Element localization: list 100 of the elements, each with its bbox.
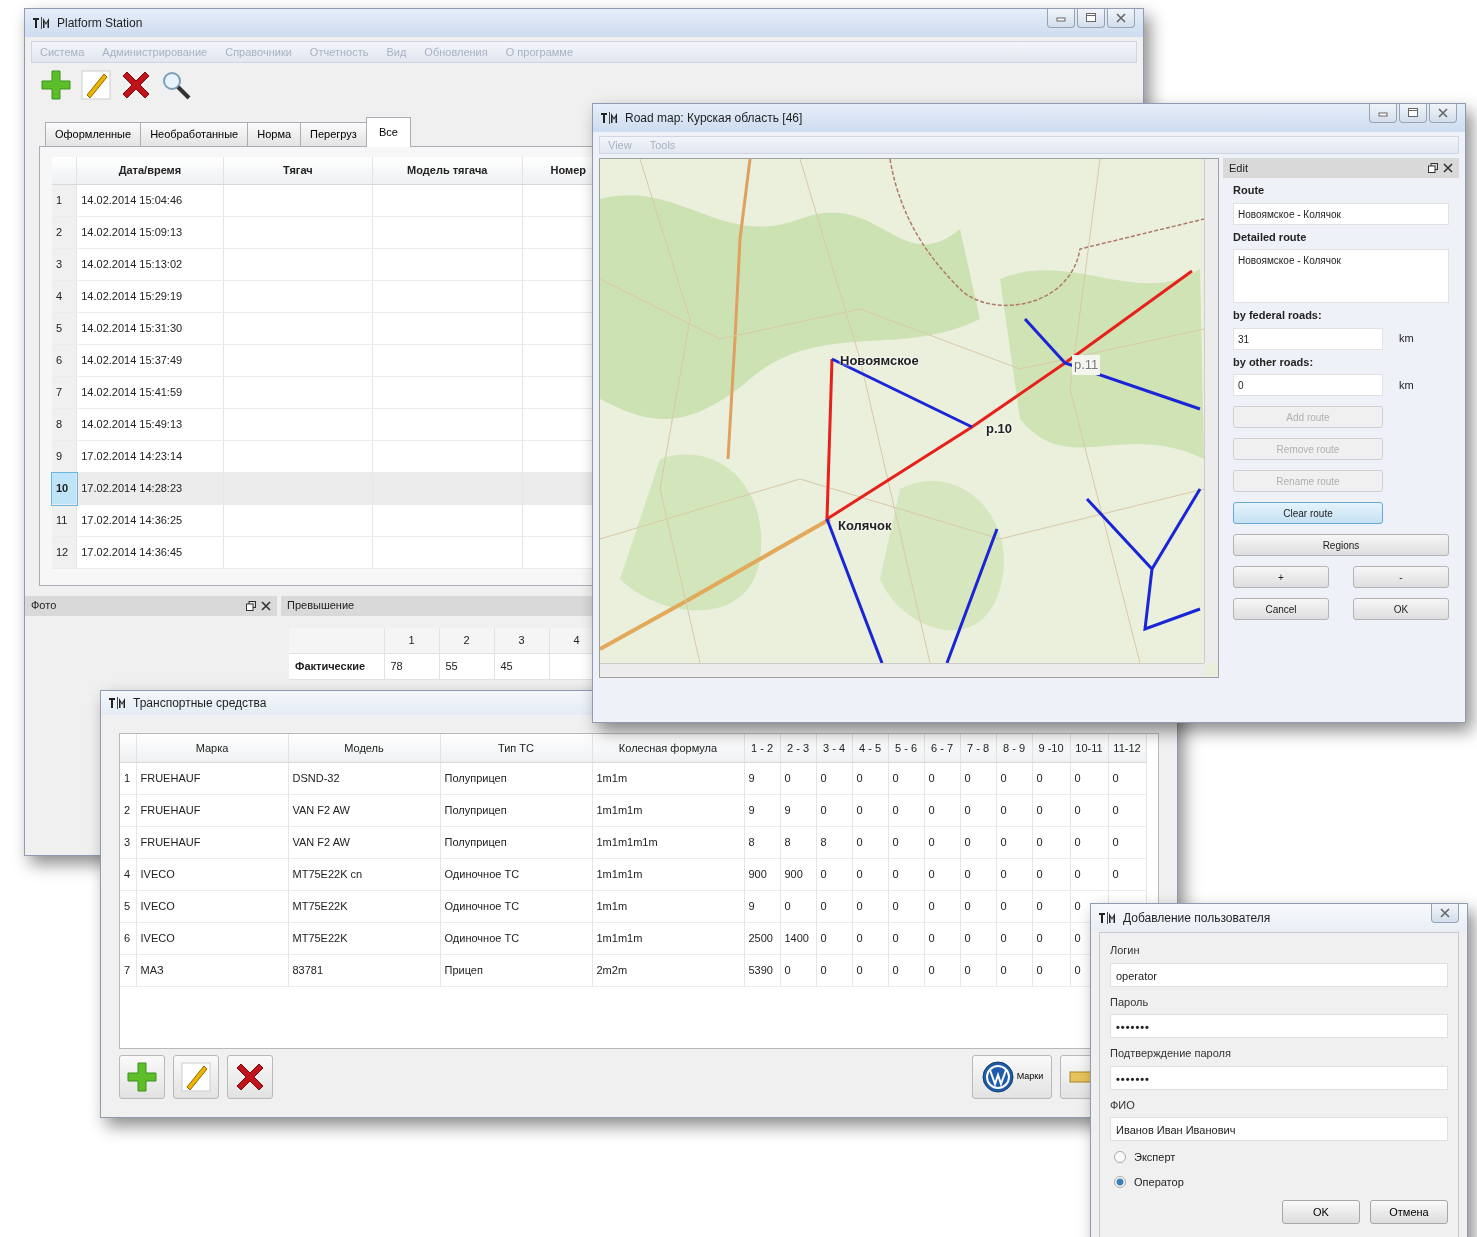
pencil-icon <box>79 68 113 102</box>
column-header[interactable]: Дата/время <box>118 164 182 176</box>
float-button[interactable] <box>1428 163 1438 173</box>
field-label: Detailed route <box>1233 229 1308 245</box>
column-header[interactable]: Тип ТС <box>440 734 592 762</box>
column-header[interactable]: 6 - 7 <box>924 734 960 762</box>
row-number[interactable]: 2 <box>52 216 77 249</box>
tab[interactable]: Норма <box>247 122 302 146</box>
tab[interactable]: Все <box>365 117 411 147</box>
column-header: 2 <box>439 627 494 654</box>
column-header[interactable]: 10-11 <box>1070 734 1108 762</box>
row-number[interactable]: 4 <box>120 858 136 890</box>
row-number[interactable]: 4 <box>52 280 77 313</box>
close-button[interactable] <box>1429 104 1457 123</box>
row-number[interactable]: 8 <box>52 408 77 441</box>
app-logo-icon <box>109 697 127 709</box>
table-cell: 0 <box>1032 890 1070 922</box>
close-button[interactable] <box>1431 904 1459 923</box>
text-area[interactable]: Новоямское - Колячок <box>1233 249 1449 303</box>
tab[interactable]: Необработанные <box>140 122 249 146</box>
table-cell: IVECO <box>136 890 288 922</box>
input-field[interactable]: operator <box>1110 962 1448 987</box>
password-field[interactable]: ••••••• <box>1110 1065 1448 1090</box>
row-number[interactable]: 5 <box>120 890 136 922</box>
zoom-button[interactable]: - <box>1353 566 1449 588</box>
column-header[interactable]: 11-12 <box>1108 734 1146 762</box>
row-number[interactable]: 10 <box>52 472 77 505</box>
column-header[interactable]: 2 - 3 <box>780 734 816 762</box>
column-header[interactable]: 5 - 6 <box>888 734 924 762</box>
column-header[interactable]: 3 - 4 <box>816 734 852 762</box>
close-button[interactable] <box>1443 163 1453 173</box>
row-number[interactable]: 3 <box>120 826 136 858</box>
close-button[interactable] <box>261 600 271 611</box>
maximize-button[interactable] <box>1399 104 1427 123</box>
column-header[interactable]: Номер <box>550 164 586 176</box>
table-cell: 0 <box>852 922 888 954</box>
brands-button[interactable]: Марки <box>972 1055 1052 1099</box>
input-field[interactable]: Новоямское - Колячок <box>1233 202 1449 225</box>
column-header[interactable]: Колесная формула <box>592 734 744 762</box>
table-cell: 14.02.2014 15:41:59 <box>76 376 224 409</box>
input-field[interactable]: Иванов Иван Иванович <box>1110 1117 1448 1141</box>
column-header[interactable]: 8 - 9 <box>996 734 1032 762</box>
column-header[interactable]: 9 -10 <box>1032 734 1070 762</box>
dialog-button[interactable]: Отмена <box>1370 1200 1448 1224</box>
table-cell: MT75E22K cn <box>288 858 440 890</box>
dialog-button[interactable]: OK <box>1282 1200 1360 1224</box>
column-header[interactable]: Модель <box>288 734 440 762</box>
maximize-button[interactable] <box>1077 9 1105 28</box>
column-header[interactable]: Тягач <box>282 164 313 176</box>
edit-button[interactable] <box>79 68 113 102</box>
column-header[interactable]: 4 - 5 <box>852 734 888 762</box>
table-cell: 14.02.2014 15:09:13 <box>76 216 224 249</box>
column-header[interactable]: 1 - 2 <box>744 734 780 762</box>
row-number[interactable]: 7 <box>120 954 136 986</box>
row-number[interactable]: 12 <box>52 536 77 569</box>
table-cell: 900 <box>780 858 816 890</box>
row-number[interactable]: 7 <box>52 376 77 409</box>
tab[interactable]: Перегруз <box>300 122 367 146</box>
table-cell: 0 <box>888 922 924 954</box>
route-button[interactable]: Clear route <box>1233 502 1383 524</box>
dialog-button[interactable]: OK <box>1353 598 1449 620</box>
table-cell: FRUEHAUF <box>136 762 288 794</box>
radio-label[interactable]: Эксперт <box>1134 1149 1176 1166</box>
table-cell: Полуприцеп <box>440 794 592 826</box>
column-header[interactable]: 7 - 8 <box>960 734 996 762</box>
table-cell: 1m1m1m1m <box>592 826 744 858</box>
row-number[interactable]: 1 <box>52 184 77 217</box>
close-button[interactable] <box>1107 9 1135 28</box>
row-number[interactable]: 5 <box>52 312 77 345</box>
vertical-scrollbar[interactable] <box>1204 159 1218 663</box>
add-button[interactable] <box>119 1055 165 1099</box>
tab[interactable]: Оформленные <box>45 122 142 146</box>
table-cell: FRUEHAUF <box>136 794 288 826</box>
app-logo-icon <box>601 112 619 124</box>
input-field[interactable]: 31 <box>1233 327 1383 350</box>
radio-button[interactable] <box>1114 1175 1126 1188</box>
dialog-button[interactable]: Cancel <box>1233 598 1329 620</box>
row-number[interactable]: 6 <box>52 344 77 377</box>
row-number[interactable]: 6 <box>120 922 136 954</box>
row-number[interactable]: 1 <box>120 762 136 794</box>
float-button[interactable] <box>246 600 256 611</box>
regions-button[interactable]: Regions <box>1233 534 1449 556</box>
input-field[interactable]: 0 <box>1233 374 1383 396</box>
table-cell: 0 <box>888 858 924 890</box>
row-number[interactable]: 2 <box>120 794 136 826</box>
table-cell: 9 <box>744 890 780 922</box>
table-cell: 0 <box>816 890 852 922</box>
horizontal-scrollbar[interactable] <box>600 663 1204 677</box>
table-cell: 0 <box>924 954 960 986</box>
column-header[interactable]: Марка <box>136 734 288 762</box>
delete-button[interactable] <box>227 1055 273 1099</box>
radio-button[interactable] <box>1114 1151 1126 1164</box>
password-field[interactable]: ••••••• <box>1110 1014 1448 1038</box>
row-number[interactable]: 9 <box>52 440 77 473</box>
edit-button[interactable] <box>173 1055 219 1099</box>
row-number[interactable]: 11 <box>52 504 77 537</box>
radio-label[interactable]: Оператор <box>1134 1173 1184 1190</box>
zoom-button[interactable]: + <box>1233 566 1329 588</box>
row-number[interactable]: 3 <box>52 248 77 281</box>
add-button[interactable] <box>39 68 73 102</box>
